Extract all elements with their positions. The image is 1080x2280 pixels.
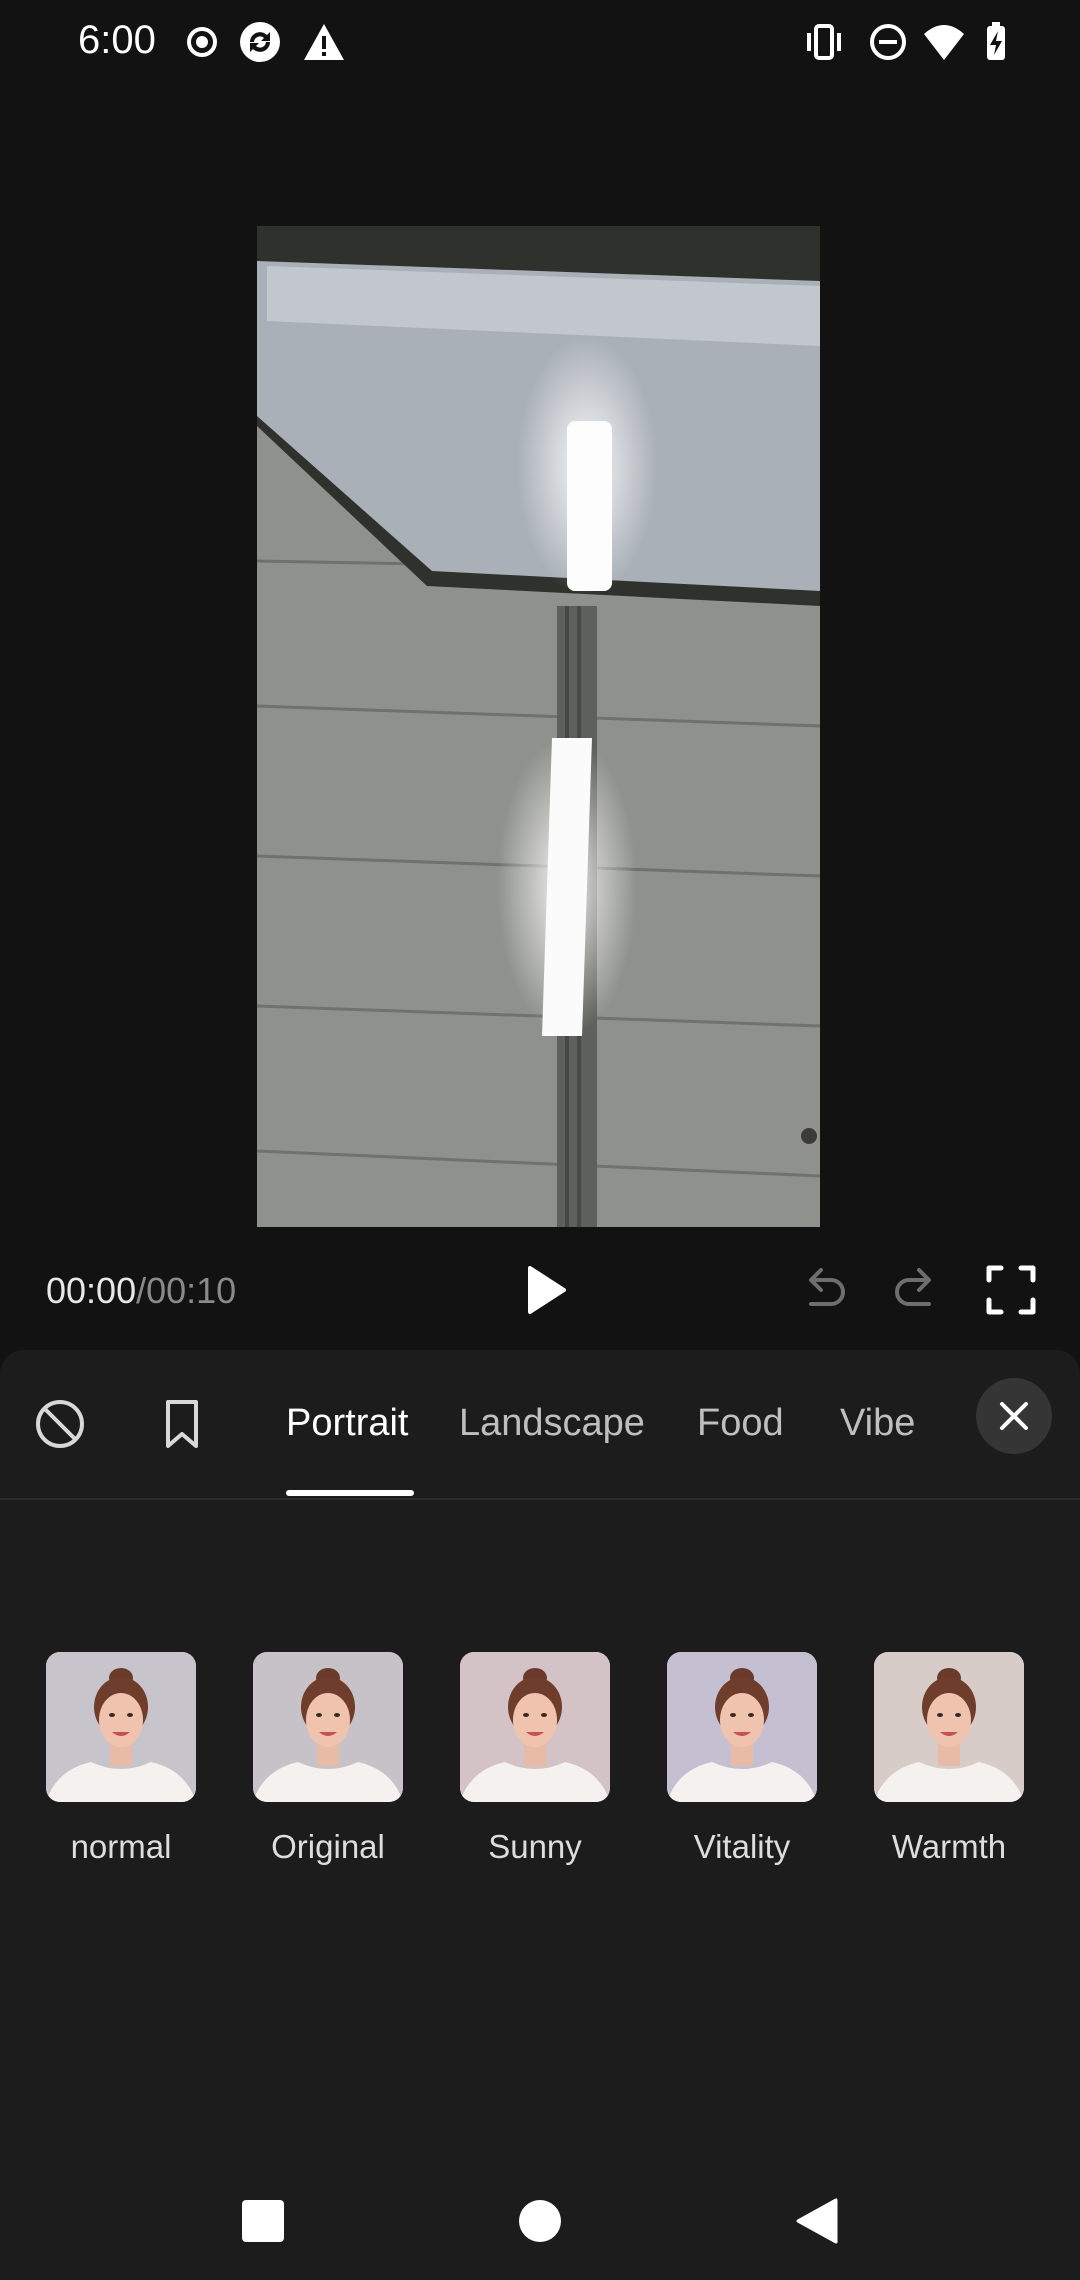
filter-item-warmth[interactable]: Warmth [874,1652,1024,1866]
recents-icon[interactable] [238,2196,288,2246]
filter-item-vitality[interactable]: Vitality [667,1652,817,1866]
close-button[interactable] [976,1378,1052,1454]
tab-food[interactable]: Food [697,1402,784,1445]
filter-thumbnail [253,1652,403,1802]
playback-time: 00:00/00:10 [46,1270,236,1312]
status-bar: 6:00 [0,0,1080,88]
filter-label: Original [271,1828,385,1865]
home-icon[interactable] [515,2196,565,2246]
filter-item-original[interactable]: Original [253,1652,403,1866]
filter-tab-bar: Portrait Landscape Food Vibe [0,1350,1080,1500]
filter-label: Sunny [488,1828,582,1865]
back-icon[interactable] [792,2196,842,2246]
filter-thumbnail [46,1652,196,1802]
video-preview[interactable] [257,226,820,1227]
play-icon[interactable] [514,1260,574,1320]
fullscreen-icon[interactable] [981,1260,1041,1320]
tab-landscape[interactable]: Landscape [459,1402,645,1445]
portrait-thumbnail-image [460,1652,610,1802]
portrait-thumbnail-image [874,1652,1024,1802]
warning-icon [304,24,344,60]
filter-label: normal [70,1828,172,1865]
portrait-thumbnail-image [253,1652,403,1802]
navigation-bar [0,2160,1080,2280]
tab-vibe[interactable]: Vibe [840,1402,915,1445]
sync-icon [240,22,280,62]
filter-label: Vitality [693,1828,791,1865]
portrait-thumbnail-image [667,1652,817,1802]
filter-label: Warmth [891,1828,1007,1865]
no-filter-icon[interactable] [32,1396,88,1452]
player-controls: 00:00/00:10 [0,1250,1080,1330]
video-frame-image [257,226,820,1227]
do-not-disturb-icon [870,24,906,60]
tab-portrait[interactable]: Portrait [286,1402,408,1445]
bookmark-icon[interactable] [154,1396,210,1452]
filter-item-normal[interactable]: normal [46,1652,196,1866]
redo-icon[interactable] [887,1260,947,1320]
status-time: 6:00 [78,18,156,62]
battery-charging-icon [987,22,1005,60]
record-icon [187,27,217,57]
filter-list: normal Original Sunny Vitality Warmth [0,1652,1080,1872]
close-icon [1000,1402,1028,1430]
total-duration: 00:10 [146,1270,237,1311]
active-tab-indicator [286,1490,414,1496]
portrait-thumbnail-image [46,1652,196,1802]
filter-thumbnail [667,1652,817,1802]
filter-thumbnail [460,1652,610,1802]
time-separator: / [136,1270,147,1311]
wifi-icon [924,25,964,60]
vibrate-icon [807,24,841,60]
filter-item-sunny[interactable]: Sunny [460,1652,610,1866]
current-time: 00:00 [46,1270,137,1311]
filter-panel: Portrait Landscape Food Vibe normal Orig… [0,1350,1080,2280]
undo-icon[interactable] [793,1260,853,1320]
filter-thumbnail [874,1652,1024,1802]
